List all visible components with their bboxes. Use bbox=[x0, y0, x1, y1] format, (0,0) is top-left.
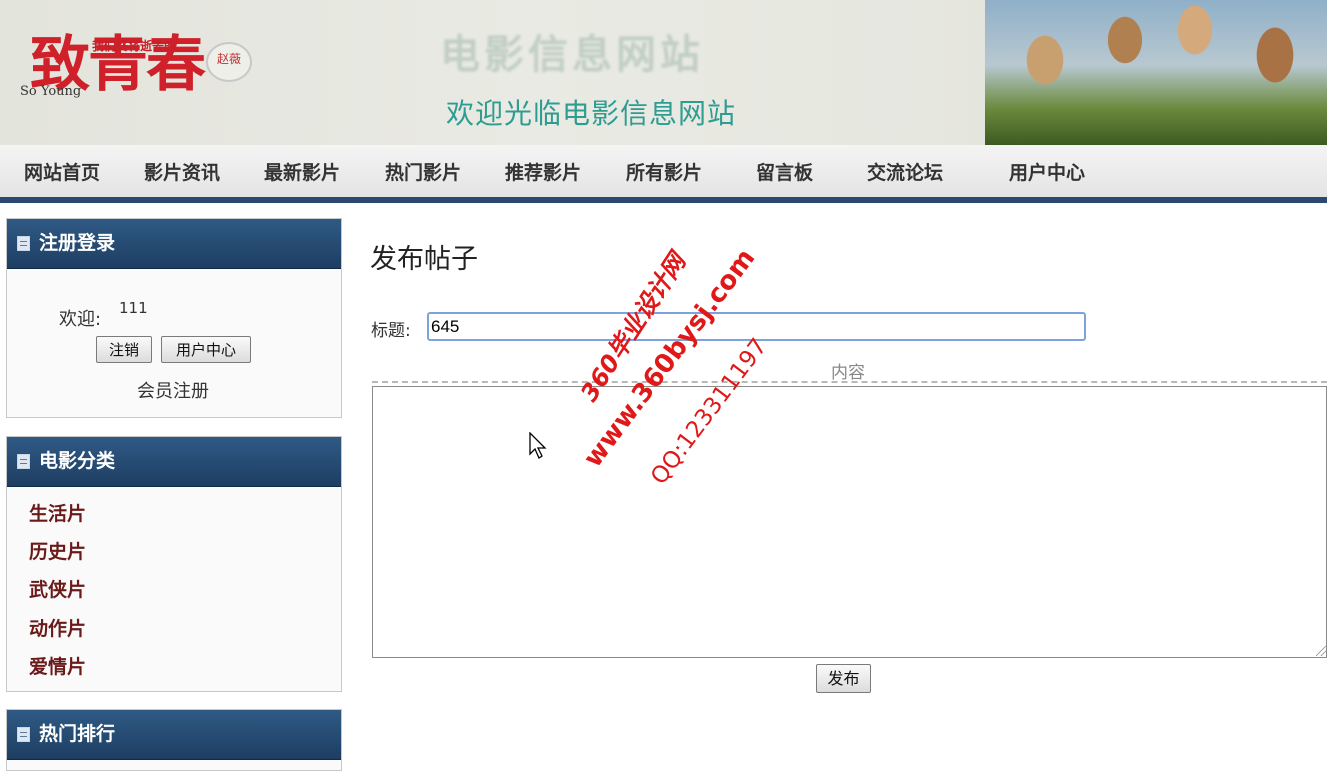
nav-item-forum[interactable]: 交流论坛 bbox=[867, 158, 943, 185]
nav-item-all[interactable]: 所有影片 bbox=[626, 158, 702, 185]
user-center-button[interactable]: 用户中心 bbox=[161, 336, 251, 363]
title-input[interactable] bbox=[427, 312, 1086, 341]
banner-subtitle: 欢迎光临电影信息网站 bbox=[446, 97, 737, 130]
document-icon bbox=[17, 236, 30, 251]
register-link[interactable]: 会员注册 bbox=[137, 377, 209, 403]
mouse-cursor-icon bbox=[529, 432, 547, 459]
content-textarea[interactable] bbox=[372, 386, 1327, 658]
login-panel-header: 注册登录 bbox=[7, 219, 341, 269]
nav-item-recommended[interactable]: 推荐影片 bbox=[505, 158, 581, 185]
welcome-username: 111 bbox=[119, 299, 148, 317]
resize-handle-icon[interactable] bbox=[1316, 646, 1326, 656]
category-item-romance[interactable]: 爱情片 bbox=[29, 652, 86, 679]
login-panel: 注册登录 欢迎: 111 注销 用户中心 会员注册 bbox=[6, 218, 342, 418]
banner-title: 电影信息网站 bbox=[440, 32, 704, 78]
page-title: 发布帖子 bbox=[370, 244, 478, 275]
category-item-wuxia[interactable]: 武侠片 bbox=[29, 575, 86, 602]
nav-item-user-center[interactable]: 用户中心 bbox=[1009, 158, 1085, 185]
category-panel: 电影分类 生活片 历史片 武侠片 动作片 爱情片 bbox=[6, 436, 342, 692]
main-nav: 网站首页 影片资讯 最新影片 热门影片 推荐影片 所有影片 留言板 交流论坛 用… bbox=[0, 145, 1327, 203]
welcome-label: 欢迎: bbox=[59, 309, 102, 330]
logout-button[interactable]: 注销 bbox=[96, 336, 152, 363]
title-label: 标题: bbox=[371, 321, 411, 341]
banner-photo-image bbox=[985, 0, 1327, 145]
hot-ranking-panel: 热门排行 bbox=[6, 709, 342, 771]
logo-english-text: So Young bbox=[20, 84, 82, 99]
category-item-life[interactable]: 生活片 bbox=[29, 499, 86, 526]
nav-item-news[interactable]: 影片资讯 bbox=[144, 158, 220, 185]
nav-item-home[interactable]: 网站首页 bbox=[24, 158, 100, 185]
content-label: 内容 bbox=[831, 363, 865, 383]
hot-ranking-panel-title: 热门排行 bbox=[39, 723, 116, 745]
site-banner: 致青春 我们终将逝去的 So Young 赵薇 电影信息网站 欢迎光临电影信息网… bbox=[0, 0, 1327, 145]
login-panel-title: 注册登录 bbox=[39, 232, 116, 254]
hot-ranking-panel-header: 热门排行 bbox=[7, 710, 341, 760]
nav-item-hot[interactable]: 热门影片 bbox=[385, 158, 461, 185]
category-panel-title: 电影分类 bbox=[39, 450, 116, 472]
category-item-action[interactable]: 动作片 bbox=[29, 614, 86, 641]
category-item-history[interactable]: 历史片 bbox=[29, 537, 86, 564]
submit-button[interactable]: 发布 bbox=[816, 664, 871, 693]
divider bbox=[372, 381, 1327, 383]
logo-seal: 赵薇 bbox=[206, 42, 252, 82]
nav-item-latest[interactable]: 最新影片 bbox=[264, 158, 340, 185]
nav-item-guestbook[interactable]: 留言板 bbox=[756, 158, 813, 185]
logo-subtext: 我们终将逝去的 bbox=[92, 39, 177, 53]
document-icon bbox=[17, 454, 30, 469]
category-panel-header: 电影分类 bbox=[7, 437, 341, 487]
